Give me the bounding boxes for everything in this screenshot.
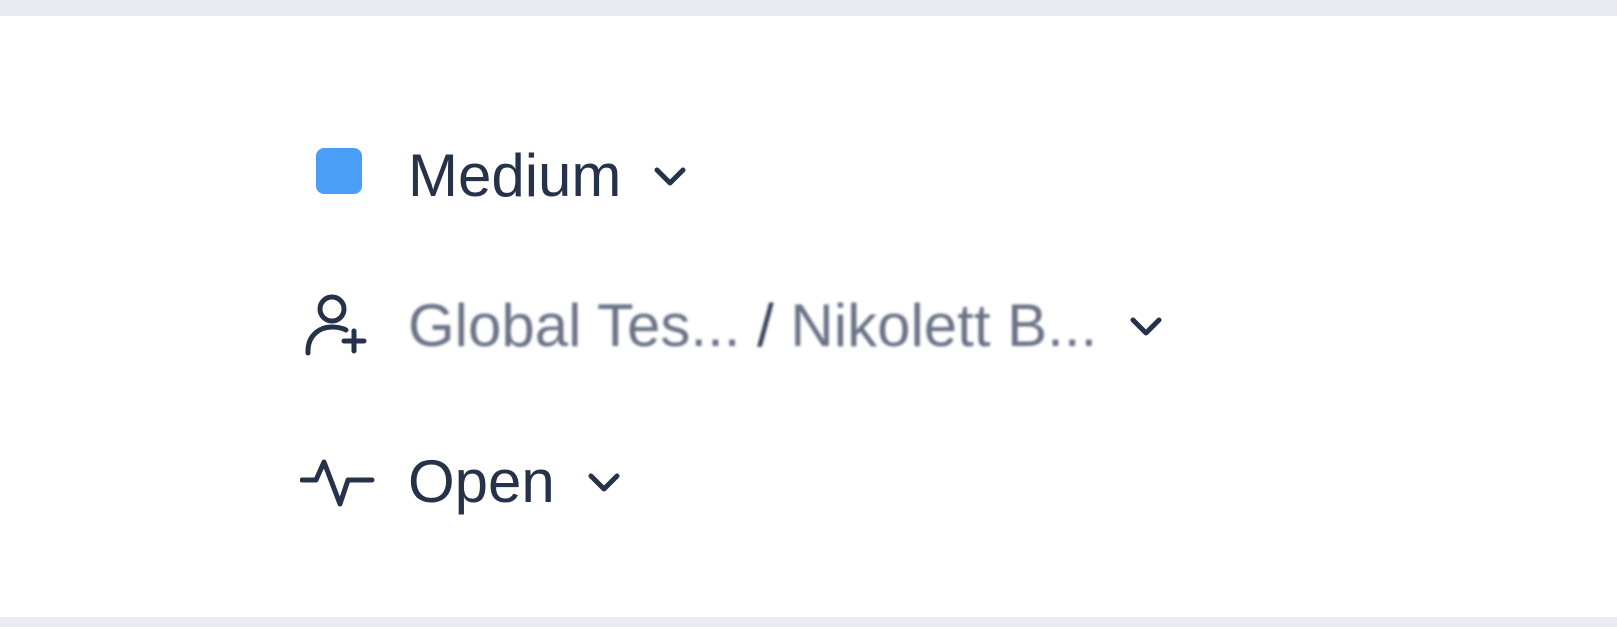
priority-icon-slot	[300, 136, 380, 216]
priority-square-icon	[316, 148, 362, 194]
activity-icon	[299, 450, 376, 515]
status-dropdown[interactable]: Open	[299, 442, 625, 522]
user-add-icon	[300, 287, 370, 366]
assignee-icon-slot	[300, 286, 380, 366]
priority-dropdown[interactable]: Medium	[300, 136, 691, 216]
ticket-properties-panel: Medium Global Tes... / Nikolett B... Ope…	[0, 16, 1617, 617]
chevron-down-icon	[1125, 305, 1167, 347]
status-icon-slot	[299, 442, 380, 522]
status-label: Open	[408, 448, 555, 515]
assignee-separator: /	[757, 292, 774, 359]
chevron-down-icon	[583, 461, 625, 503]
assignee-label: Global Tes... / Nikolett B...	[408, 286, 1097, 366]
assignee-agent: Nikolett B...	[790, 292, 1098, 359]
priority-label: Medium	[408, 142, 622, 209]
assignee-group: Global Tes...	[408, 292, 741, 359]
assignee-dropdown[interactable]: Global Tes... / Nikolett B...	[300, 286, 1167, 366]
chevron-down-icon	[649, 155, 691, 197]
